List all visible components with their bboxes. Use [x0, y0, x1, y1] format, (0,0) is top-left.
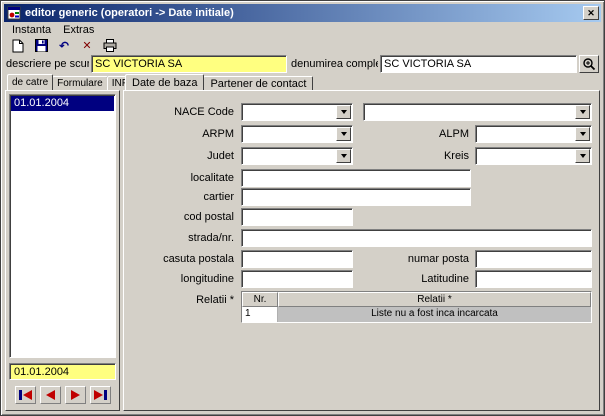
date-de-baza-form: NACE Code ARPM ALPM Judet	[123, 90, 600, 411]
list-item[interactable]: 01.01.2004	[11, 96, 114, 111]
arpm-value	[242, 126, 335, 142]
kreis-combo[interactable]	[475, 147, 592, 165]
tab-formulare[interactable]: Formulare	[52, 76, 108, 90]
tab-date-de-baza[interactable]: Date de baza	[125, 74, 204, 90]
table-row[interactable]: 1 Liste nu a fost inca incarcata	[242, 307, 591, 322]
records-panel-body: 01.01.2004 01.01.2004	[5, 90, 120, 411]
menu-instanta[interactable]: Instanta	[6, 23, 57, 37]
cartier-label: cartier	[124, 191, 234, 203]
longitudine-label: longitudine	[124, 273, 234, 285]
localitate-input[interactable]	[241, 169, 471, 187]
records-tab-row: de catre Formulare INFO	[5, 74, 120, 90]
magnifier-icon	[582, 57, 596, 71]
judet-value	[242, 148, 335, 164]
casuta-postala-input[interactable]	[241, 250, 353, 268]
strada-label: strada/nr.	[124, 232, 234, 244]
judet-combo[interactable]	[241, 147, 353, 165]
records-panel: de catre Formulare INFO 01.01.2004 01.01…	[5, 74, 120, 411]
undo-icon: ↶	[59, 40, 69, 52]
toolbar: ↶ ✕	[4, 38, 601, 53]
tab-partener-de-contact[interactable]: Partener de contact	[203, 76, 313, 90]
detail-panel: Date de baza Partener de contact NACE Co…	[123, 74, 600, 411]
next-record-button[interactable]	[65, 386, 86, 404]
nace-code-label: NACE Code	[124, 106, 234, 118]
nace-code-description-combo[interactable]	[363, 103, 592, 121]
strada-input[interactable]	[241, 229, 592, 247]
last-record-icon	[93, 390, 108, 400]
detail-tab-row: Date de baza Partener de contact	[123, 74, 600, 90]
short-description-label: descriere pe scurt a inst...	[6, 58, 89, 70]
records-list[interactable]: 01.01.2004	[9, 94, 116, 358]
cod-postal-input[interactable]	[241, 208, 353, 226]
chevron-down-icon[interactable]	[575, 127, 590, 141]
title-bar: editor generic (operatori -> Date initia…	[4, 4, 601, 22]
numar-posta-label: numar posta	[379, 253, 469, 265]
tab-de-catre[interactable]: de catre	[7, 74, 53, 90]
latitudine-input[interactable]	[475, 270, 592, 288]
next-record-icon	[70, 390, 81, 400]
editor-generic-window: editor generic (operatori -> Date initia…	[0, 0, 605, 416]
chevron-down-icon[interactable]	[336, 105, 351, 119]
header-fields: descriere pe scurt a inst... denumirea c…	[4, 54, 601, 74]
new-document-button[interactable]	[7, 38, 29, 53]
nace-code-description-value	[364, 104, 574, 120]
short-description-input[interactable]	[91, 55, 287, 73]
numar-posta-input[interactable]	[475, 250, 592, 268]
localitate-label: localitate	[124, 172, 234, 184]
nace-code-combo[interactable]	[241, 103, 353, 121]
close-button[interactable]: ✕	[583, 6, 599, 20]
undo-button[interactable]: ↶	[53, 38, 75, 53]
relatii-label: Relatii *	[124, 294, 234, 306]
save-button[interactable]	[30, 38, 52, 53]
save-icon	[35, 39, 48, 52]
first-record-icon	[18, 390, 33, 400]
casuta-postala-label: casuta postala	[124, 253, 234, 265]
judet-label: Judet	[124, 150, 234, 162]
chevron-down-icon[interactable]	[336, 149, 351, 163]
previous-record-button[interactable]	[40, 386, 61, 404]
relatii-table: Nr. Relatii * 1 Liste nu a fost inca inc…	[241, 291, 592, 323]
app-icon	[7, 6, 21, 20]
arpm-label: ARPM	[124, 128, 234, 140]
column-header-relatii[interactable]: Relatii *	[278, 292, 591, 307]
alpm-value	[476, 126, 574, 142]
kreis-label: Kreis	[379, 150, 469, 162]
chevron-down-icon[interactable]	[575, 105, 590, 119]
cod-postal-label: cod postal	[124, 211, 234, 223]
row-number-cell: 1	[242, 307, 278, 322]
new-document-icon	[12, 39, 24, 53]
menu-extras[interactable]: Extras	[57, 23, 100, 37]
nace-code-value	[242, 104, 335, 120]
previous-record-icon	[45, 390, 56, 400]
current-record-field: 01.01.2004	[9, 363, 116, 380]
alpm-combo[interactable]	[475, 125, 592, 143]
last-record-button[interactable]	[90, 386, 111, 404]
chevron-down-icon[interactable]	[336, 127, 351, 141]
close-icon: ✕	[587, 8, 595, 18]
menu-bar: Instanta Extras	[4, 22, 601, 38]
column-header-nr[interactable]: Nr.	[242, 292, 278, 307]
first-record-button[interactable]	[15, 386, 36, 404]
arpm-combo[interactable]	[241, 125, 353, 143]
latitudine-label: Latitudine	[379, 273, 469, 285]
relatii-table-header: Nr. Relatii *	[242, 292, 591, 307]
row-message-cell: Liste nu a fost inca incarcata	[278, 307, 591, 322]
chevron-down-icon[interactable]	[575, 149, 590, 163]
lookup-button[interactable]	[579, 55, 599, 73]
alpm-label: ALPM	[379, 128, 469, 140]
full-name-label: denumirea completa a in...	[291, 58, 378, 70]
print-button[interactable]	[99, 38, 121, 53]
delete-button[interactable]: ✕	[76, 38, 98, 53]
cartier-input[interactable]	[241, 188, 471, 206]
record-navigation	[6, 385, 119, 405]
delete-icon: ✕	[82, 40, 91, 51]
kreis-value	[476, 148, 574, 164]
print-icon	[103, 39, 117, 52]
full-name-input[interactable]	[380, 55, 577, 73]
longitudine-input[interactable]	[241, 270, 353, 288]
window-title: editor generic (operatori -> Date initia…	[25, 7, 583, 19]
